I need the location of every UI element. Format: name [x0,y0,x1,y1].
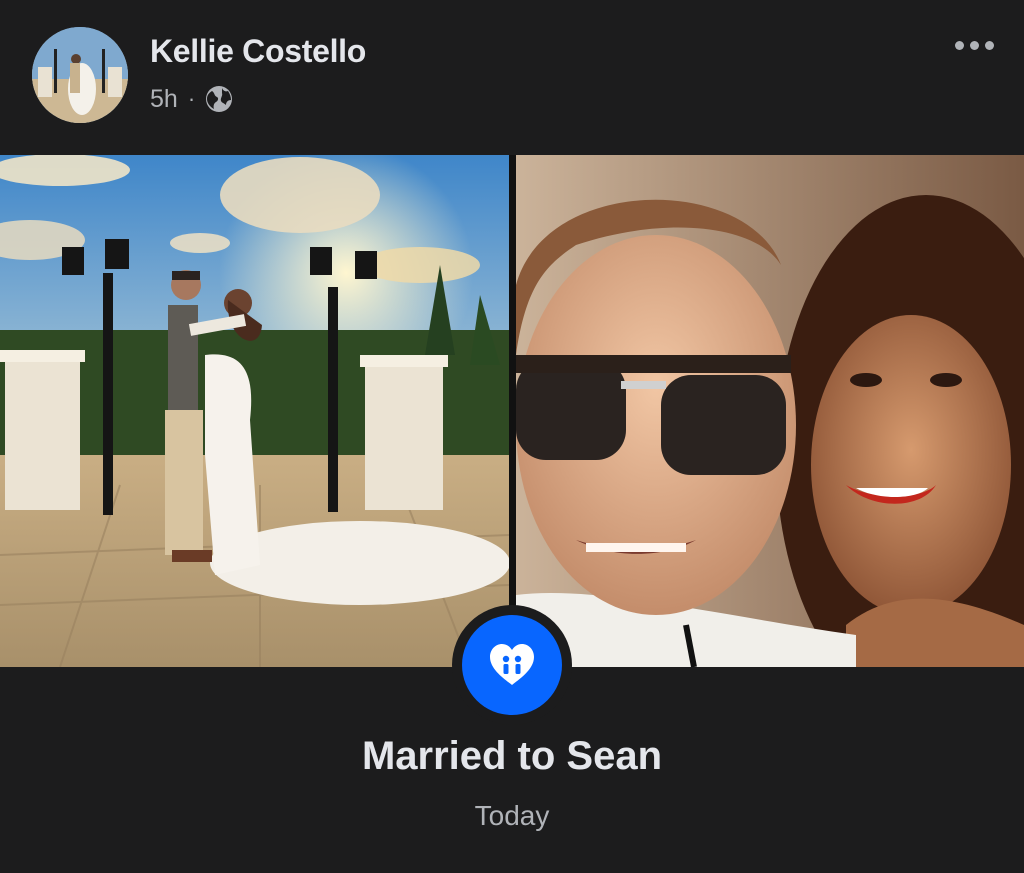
post-header: Kellie Costello 5h · [0,0,1024,155]
life-event-date: Today [474,800,550,831]
life-event-title: Married to Sean [361,734,663,778]
post-meta: 5h · [150,83,233,115]
selfie-photo[interactable] [516,155,1024,667]
author-avatar[interactable] [32,27,128,123]
wedding-photo[interactable] [0,155,509,667]
heart-couple-icon [490,644,534,685]
life-event-badge [462,615,562,715]
more-dot-icon [969,40,979,50]
more-dot-icon [984,40,994,50]
globe-icon[interactable] [205,85,233,113]
more-options-button[interactable] [944,28,1004,62]
meta-separator: · [187,86,196,111]
photo-collage [0,155,1024,667]
author-name[interactable]: Kellie Costello [150,33,366,70]
more-dot-icon [954,40,964,50]
post-time[interactable]: 5h [150,85,178,114]
